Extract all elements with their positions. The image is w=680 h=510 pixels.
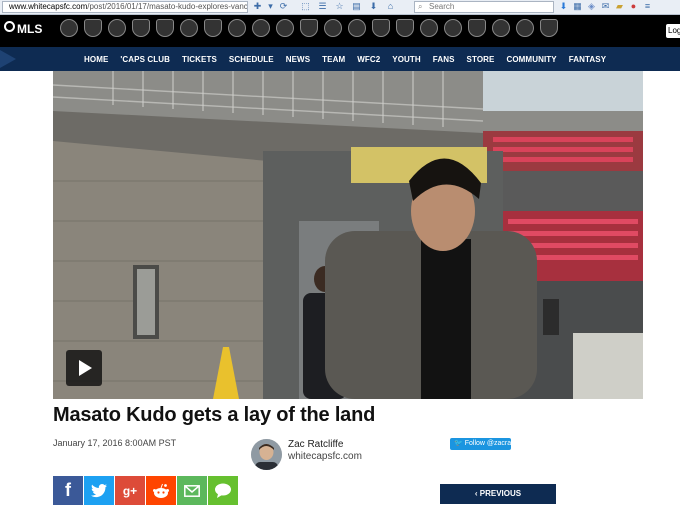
address-bar-buttons: ✚ ▾ ⟳ (252, 1, 289, 13)
download-arrow-icon[interactable]: ⬇ (558, 1, 569, 12)
club-crest-icon[interactable] (156, 19, 174, 37)
toolbar-icons-right: ⬇ ▦ ◈ ✉ ▰ ● ≡ (558, 1, 653, 12)
chat-bubble-icon (215, 483, 231, 498)
nav-item-store[interactable]: STORE (467, 55, 495, 64)
club-crest-icon[interactable] (444, 19, 462, 37)
refresh-icon[interactable]: ⟳ (278, 1, 289, 12)
login-button[interactable]: Log (666, 24, 680, 38)
email-share-button[interactable] (177, 476, 207, 505)
toolbar-icons-middle: ⬚ ☰ ☆ ▤ ⬇ ⌂ (300, 1, 396, 13)
home-icon[interactable]: ⌂ (385, 1, 396, 12)
nav-item-caps-club[interactable]: 'CAPS CLUB (120, 55, 170, 64)
facebook-share-button[interactable]: f (53, 476, 83, 505)
reddit-share-button[interactable] (146, 476, 176, 505)
club-crest-icon[interactable] (84, 19, 102, 37)
club-crest-icon[interactable] (300, 19, 318, 37)
club-crest-icon[interactable] (324, 19, 342, 37)
address-bar[interactable]: www.whitecapsfc.com/post/2016/01/17/masa… (2, 1, 248, 13)
nav-item-youth[interactable]: YOUTH (392, 55, 421, 64)
share-bar: f g+ (53, 476, 238, 505)
sms-share-button[interactable] (208, 476, 238, 505)
club-crest-icon[interactable] (228, 19, 246, 37)
download-icon[interactable]: ⬇ (368, 1, 379, 12)
mail-icon[interactable]: ✉ (600, 1, 611, 12)
club-crest-icon[interactable] (540, 19, 558, 37)
club-crest-icon[interactable] (492, 19, 510, 37)
nav-item-wfc2[interactable]: WFC2 (357, 55, 380, 64)
club-crest-icon[interactable] (372, 19, 390, 37)
url-path: /post/2016/01/17/masato-kudo-explores-va… (87, 2, 248, 11)
mls-logo-text[interactable]: MLS (17, 22, 42, 36)
browser-toolbar: www.whitecapsfc.com/post/2016/01/17/masa… (0, 0, 680, 15)
club-main-nav: HOME 'CAPS CLUB TICKETS SCHEDULE NEWS TE… (0, 47, 680, 71)
shield-icon[interactable]: ◈ (586, 1, 597, 12)
page: www.whitecapsfc.com/post/2016/01/17/masa… (0, 0, 680, 510)
club-crest-icon[interactable] (60, 19, 78, 37)
author-site: whitecapsfc.com (288, 451, 362, 462)
club-crest-icon[interactable] (180, 19, 198, 37)
search-icon: ⌕ (418, 2, 423, 11)
avatar-photo (251, 439, 282, 470)
nav-item-team[interactable]: TEAM (322, 55, 345, 64)
addon-icon[interactable]: ● (628, 1, 639, 12)
facebook-icon: f (65, 480, 71, 500)
club-crest-icon[interactable] (132, 19, 150, 37)
dropdown-icon[interactable]: ▾ (265, 1, 276, 12)
author-avatar[interactable] (251, 439, 282, 470)
add-icon[interactable]: ✚ (252, 1, 263, 12)
bookmarks-icon[interactable]: ☰ (317, 1, 328, 12)
bookmark-star-icon[interactable]: ☆ (334, 1, 345, 12)
mls-logo-icon[interactable] (4, 21, 15, 32)
club-crest-icon[interactable] (204, 19, 222, 37)
nav-item-news[interactable]: NEWS (286, 55, 310, 64)
mls-league-bar: MLS Log (0, 15, 680, 47)
nav-item-community[interactable]: COMMUNITY (506, 55, 556, 64)
twitter-share-button[interactable] (84, 476, 114, 505)
club-crest-icon[interactable] (468, 19, 486, 37)
twitter-bird-icon: 🐦 (454, 440, 463, 447)
club-crest-icon[interactable] (516, 19, 534, 37)
menu-icon[interactable]: ≡ (642, 1, 653, 12)
club-crest-icon[interactable] (276, 19, 294, 37)
play-button[interactable] (66, 350, 102, 386)
folder-icon[interactable]: ▰ (614, 1, 625, 12)
twitter-icon (91, 483, 107, 497)
nav-item-schedule[interactable]: SCHEDULE (229, 55, 274, 64)
author-name[interactable]: Zac Ratcliffe (288, 439, 343, 450)
club-emblem-icon[interactable] (0, 50, 16, 68)
email-icon (184, 484, 200, 497)
club-crest-list (60, 19, 558, 37)
page-icon[interactable]: ⬚ (300, 1, 311, 12)
play-icon (79, 360, 92, 376)
club-crest-icon[interactable] (252, 19, 270, 37)
nav-item-home[interactable]: HOME (84, 55, 108, 64)
previous-article-button[interactable]: ‹ PREVIOUS (440, 484, 556, 504)
club-crest-icon[interactable] (348, 19, 366, 37)
nav-item-fantasy[interactable]: FANTASY (569, 55, 606, 64)
clipboard-icon[interactable]: ▦ (572, 1, 583, 12)
nav-item-tickets[interactable]: TICKETS (182, 55, 217, 64)
article-headline: Masato Kudo gets a lay of the land (53, 404, 376, 426)
url-domain: www.whitecapsfc.com (9, 2, 88, 11)
browser-search-box[interactable]: ⌕ Search (414, 1, 554, 13)
follow-label: Follow @zacrat (464, 440, 514, 447)
reader-icon[interactable]: ▤ (351, 1, 362, 12)
nav-menu: HOME 'CAPS CLUB TICKETS SCHEDULE NEWS TE… (84, 47, 606, 71)
club-crest-icon[interactable] (108, 19, 126, 37)
browser-search-placeholder: Search (429, 2, 455, 11)
club-crest-icon[interactable] (420, 19, 438, 37)
article-date: January 17, 2016 8:00AM PST (53, 438, 177, 448)
club-crest-icon[interactable] (396, 19, 414, 37)
google-plus-icon: g+ (122, 483, 138, 498)
twitter-follow-button[interactable]: 🐦 Follow @zacrat (450, 438, 514, 450)
google-plus-share-button[interactable]: g+ (115, 476, 145, 505)
nav-item-fans[interactable]: FANS (433, 55, 455, 64)
video-still-image (53, 71, 643, 399)
reddit-icon (153, 483, 169, 498)
video-player[interactable] (53, 71, 643, 399)
